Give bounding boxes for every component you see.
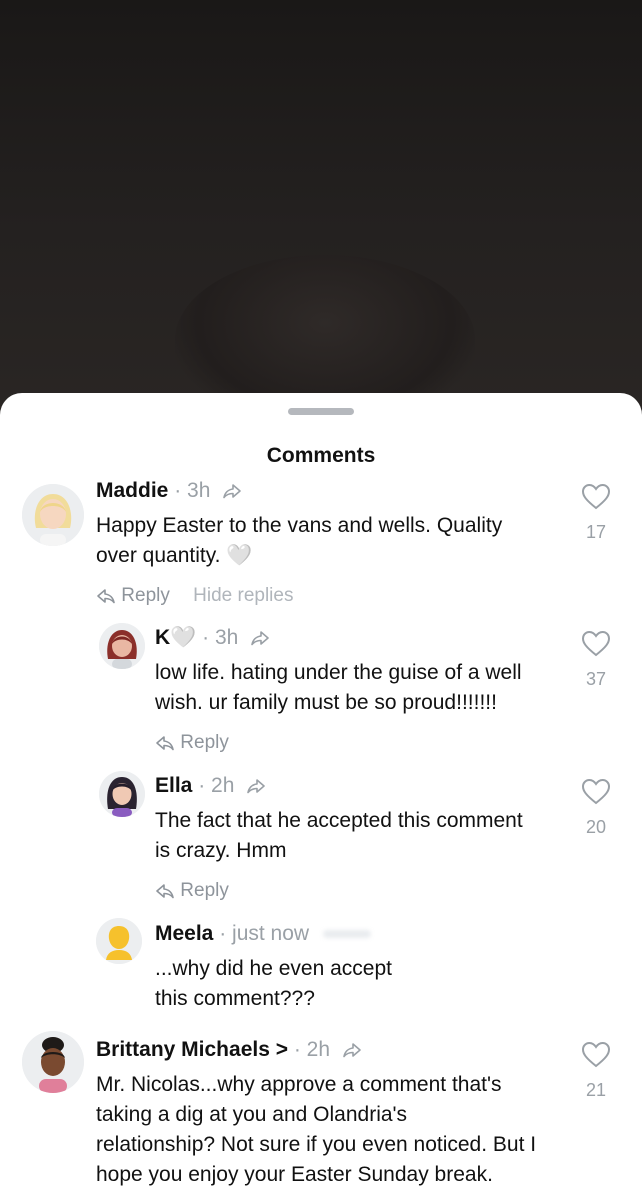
like-count: 37 (585, 669, 607, 689)
comment-author[interactable]: Ella (155, 774, 192, 797)
hide-replies-button[interactable]: Hide replies (193, 585, 293, 606)
comment-time: · 3h (174, 479, 211, 502)
reply-button[interactable]: Reply (180, 880, 229, 901)
avatar[interactable] (22, 1031, 84, 1093)
comment-author[interactable]: K🤍 (155, 626, 196, 649)
avatar-ella-icon (99, 771, 145, 817)
blurred-status (322, 930, 371, 939)
comment-text-line: relationship? Not sure if you even notic… (96, 1133, 537, 1156)
sheet-title: Comments (266, 444, 376, 467)
avatar-maddie-icon (22, 484, 84, 546)
avatar[interactable] (99, 771, 145, 817)
comment-text-line: Mr. Nicolas...why approve a comment that… (96, 1073, 502, 1096)
comment-time: · 2h (198, 774, 235, 797)
like-count: 17 (585, 522, 607, 542)
comment-time: · just now (219, 922, 310, 945)
comment-text-line: wish. ur family must be so proud!!!!!!! (155, 691, 497, 714)
comment-text-line: hope you enjoy your Easter Sunday break. (96, 1163, 493, 1186)
share-arrow-icon[interactable] (222, 483, 242, 499)
heart-outline-icon (581, 630, 611, 657)
comment-text-line: is crazy. Hmm (155, 839, 287, 862)
comment-text-line: The fact that he accepted this comment (155, 809, 523, 832)
video-background (0, 0, 642, 425)
like-button[interactable]: 37 (576, 630, 616, 690)
heart-outline-icon (581, 483, 611, 510)
avatar[interactable] (99, 623, 145, 669)
reply-arrow-icon (156, 736, 174, 751)
comment-time: · 2h (293, 1038, 331, 1061)
heart-outline-icon (581, 1041, 611, 1068)
share-arrow-icon[interactable] (246, 778, 266, 794)
avatar-k-icon (99, 623, 145, 669)
avatar[interactable] (22, 484, 84, 546)
like-count: 20 (585, 817, 607, 837)
avatar[interactable] (96, 918, 142, 964)
default-avatar-icon (96, 918, 142, 964)
share-arrow-icon[interactable] (250, 630, 270, 646)
reply-button[interactable]: Reply (180, 732, 229, 753)
comment-text-line: this comment??? (155, 987, 315, 1010)
comment-text-line: ...why did he even accept (155, 957, 392, 980)
like-button[interactable]: 17 (576, 483, 616, 543)
comment-author[interactable]: Maddie (96, 479, 168, 502)
heart-outline-icon (581, 778, 611, 805)
avatar-brittany-icon (22, 1031, 84, 1093)
comments-sheet: Comments Maddie · 3h Happy Easter to the… (0, 393, 642, 1199)
reply-arrow-icon (97, 589, 115, 604)
reply-arrow-icon (156, 884, 174, 899)
like-button[interactable]: 21 (576, 1041, 616, 1101)
like-count: 21 (585, 1080, 607, 1100)
comment-author[interactable]: Brittany Michaels > (96, 1038, 288, 1061)
comment-time: · 3h (202, 626, 239, 649)
sheet-grabber[interactable] (288, 408, 354, 415)
comment-author[interactable]: Meela (155, 922, 213, 945)
comment-text-line: over quantity. 🤍 (96, 544, 253, 567)
comment-text-line: low life. hating under the guise of a we… (155, 661, 522, 684)
reply-button[interactable]: Reply (121, 585, 170, 606)
share-arrow-icon[interactable] (342, 1042, 362, 1058)
comment-text-line: taking a dig at you and Olandria's (96, 1103, 408, 1126)
like-button[interactable]: 20 (576, 778, 616, 838)
comment-text-line: Happy Easter to the vans and wells. Qual… (96, 514, 503, 537)
